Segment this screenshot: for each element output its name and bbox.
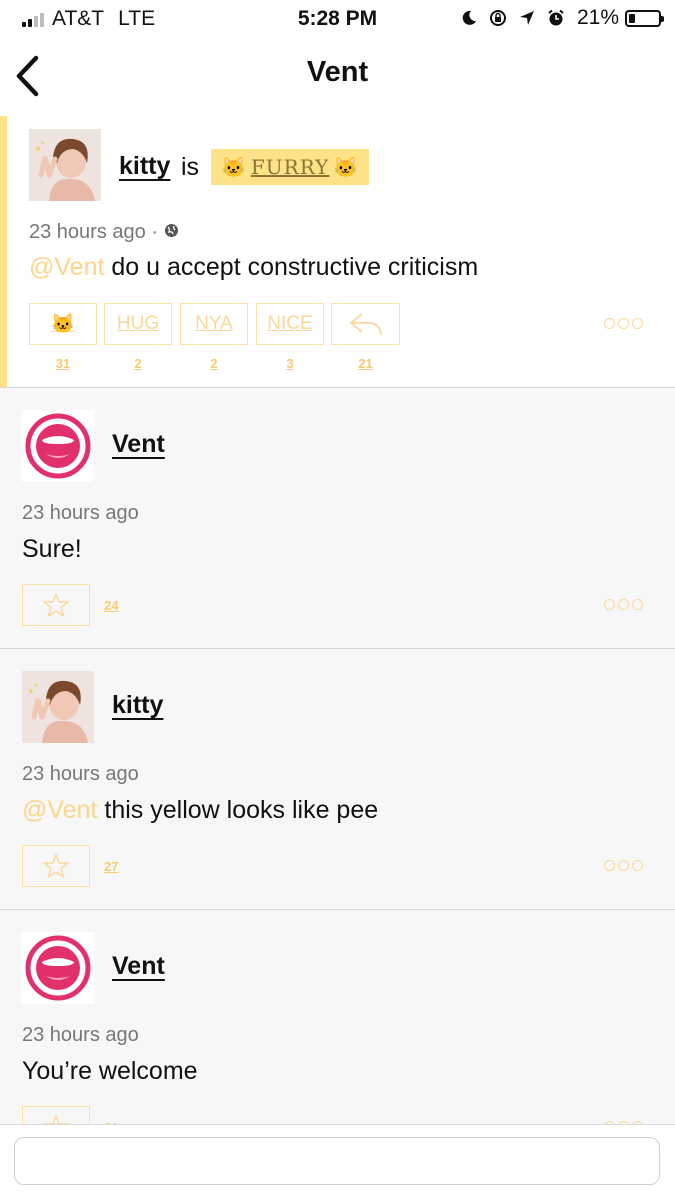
star-icon — [43, 854, 69, 878]
reply-body-text: You’re welcome — [22, 1057, 198, 1085]
alarm-icon — [547, 9, 565, 27]
reply-body: Sure! — [22, 535, 82, 564]
star-button[interactable] — [22, 845, 90, 887]
op-timestamp: 23 hours ago · — [29, 221, 179, 244]
avatar[interactable] — [29, 129, 101, 201]
reaction-nya-label: NYA — [195, 313, 233, 334]
badge-label: FURRY — [250, 155, 330, 179]
cat-emoji: 🐱 — [51, 314, 75, 335]
star-icon — [43, 593, 69, 617]
vent-logo-icon — [22, 410, 94, 482]
star-button[interactable] — [22, 584, 90, 626]
globe-icon — [164, 221, 179, 244]
furry-badge[interactable]: 🐱 FURRY 🐱 — [211, 149, 370, 185]
original-post: kitty is 🐱 FURRY 🐱 23 hours ago · @Vent … — [0, 116, 675, 388]
moon-icon — [460, 9, 478, 27]
reaction-count: 31 — [55, 356, 71, 371]
reaction-count: 3 — [286, 356, 294, 371]
cat-emoji: 🐱 — [221, 155, 247, 179]
op-accent-bar — [0, 116, 7, 387]
carrier-label: AT&T — [52, 7, 105, 30]
op-is-text: is — [181, 153, 200, 181]
cat-emoji: 🐱 — [333, 155, 360, 179]
reply-post: Vent 23 hours ago Sure! 24 — [0, 388, 675, 649]
reply-timestamp: 23 hours ago — [22, 763, 139, 785]
navigation-bar: Vent — [0, 38, 675, 117]
signal-strength-icon — [22, 11, 46, 27]
reply-timestamp: 23 hours ago — [22, 1024, 139, 1046]
reaction-hug-button[interactable]: HUG — [104, 303, 172, 345]
op-body-text: do u accept constructive criticism — [104, 253, 479, 281]
page-title: Vent — [306, 56, 369, 88]
reaction-hug-label: HUG — [116, 313, 160, 334]
back-button[interactable] — [12, 52, 52, 100]
more-options-button[interactable] — [601, 860, 643, 871]
avatar[interactable] — [22, 671, 94, 743]
avatar[interactable] — [22, 410, 94, 482]
comment-input[interactable] — [14, 1137, 660, 1185]
rotation-lock-icon — [489, 9, 507, 27]
reply-count: 21 — [358, 356, 373, 371]
reaction-count: 2 — [210, 356, 218, 371]
reply-author-name[interactable]: Vent — [112, 952, 165, 981]
location-arrow-icon — [518, 9, 536, 27]
reply-body: You’re welcome — [22, 1057, 198, 1086]
op-author-name[interactable]: kitty — [119, 152, 170, 181]
op-body: @Vent do u accept constructive criticism — [29, 253, 478, 282]
reply-arrow-icon — [349, 313, 382, 336]
reply-button[interactable] — [331, 303, 400, 345]
mention-link[interactable]: @Vent — [22, 796, 97, 824]
more-options-button[interactable] — [601, 318, 643, 329]
reaction-nice-label: NICE — [267, 313, 313, 334]
status-left: AT&T LTE — [22, 7, 155, 31]
reaction-nice-button[interactable]: NICE — [256, 303, 324, 345]
reply-body-text: this yellow looks like pee — [97, 796, 379, 824]
mention-link[interactable]: @Vent — [29, 253, 104, 281]
battery-icon — [625, 9, 664, 27]
reply-body-text: Sure! — [22, 535, 82, 563]
reaction-count: 2 — [134, 356, 142, 371]
reply-post: kitty 23 hours ago @Vent this yellow loo… — [0, 649, 675, 910]
more-options-button[interactable] — [601, 599, 643, 610]
avatar[interactable] — [22, 932, 94, 1004]
network-label: LTE — [118, 7, 156, 30]
reply-author-name[interactable]: kitty — [112, 691, 163, 720]
vent-logo-icon — [22, 932, 94, 1004]
reply-timestamp: 23 hours ago — [22, 502, 139, 524]
op-time-text: 23 hours ago · — [29, 221, 158, 243]
battery-percent: 21% — [576, 6, 619, 29]
reaction-cat-button[interactable]: 🐱 — [29, 303, 97, 345]
star-count: 24 — [104, 598, 119, 613]
reply-author-name[interactable]: Vent — [112, 430, 165, 459]
reply-body: @Vent this yellow looks like pee — [22, 796, 378, 825]
status-right: 21% — [449, 6, 664, 30]
reaction-nya-button[interactable]: NYA — [180, 303, 248, 345]
status-bar: AT&T LTE 5:28 PM 21% — [0, 0, 675, 38]
chevron-left-icon — [16, 55, 39, 97]
comment-composer — [0, 1124, 675, 1201]
star-count: 27 — [104, 859, 119, 874]
